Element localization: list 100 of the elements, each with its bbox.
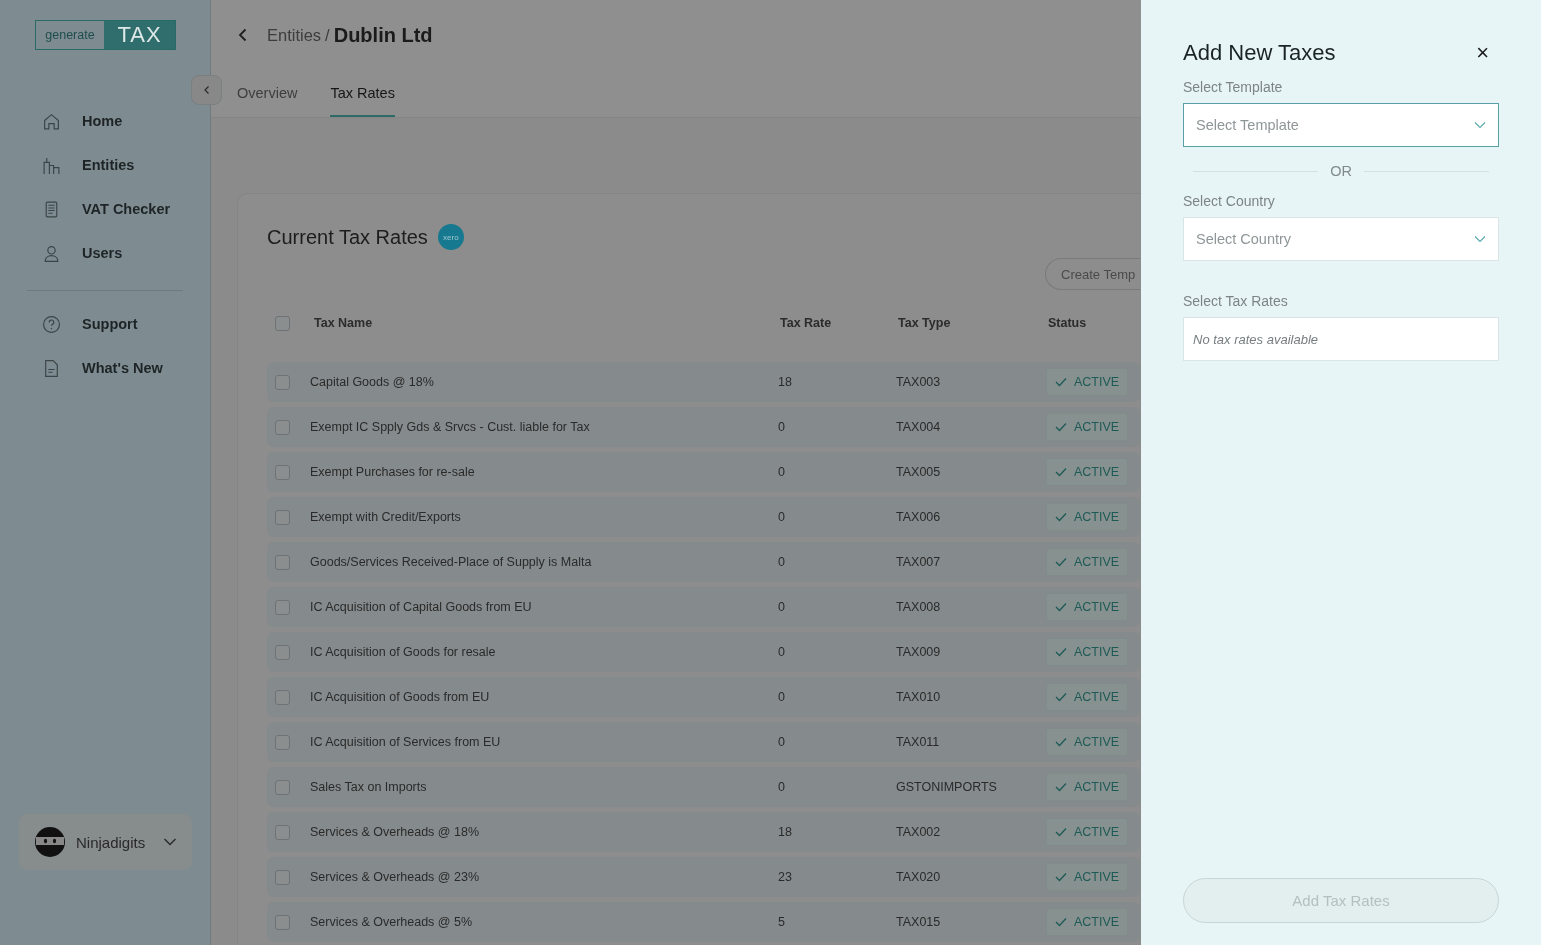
table-cell-text: Services & Overheads @ 5% [310, 915, 474, 929]
card-title: Current Tax Rates [267, 225, 428, 249]
row-checkbox[interactable] [275, 779, 290, 795]
table-cell-text: TAX011 [896, 735, 941, 749]
table-cell-text: Exempt with Credit/Exports [310, 510, 462, 524]
tax-rates-list: No tax rates available [1183, 317, 1499, 361]
row-checkbox[interactable] [275, 644, 290, 660]
breadcrumb-link[interactable]: Entities [267, 25, 322, 45]
table-cell-text: Goods/Services Received-Place of Supply is Malta [310, 555, 593, 569]
country-select[interactable]: Select Country [1183, 217, 1499, 261]
row-checkbox[interactable] [275, 869, 290, 885]
template-select[interactable]: Select Template [1183, 103, 1499, 147]
user-icon [42, 243, 61, 263]
nav-item[interactable]: VAT Checker [42, 194, 210, 224]
column-header: Tax Rate [780, 316, 833, 330]
close-button[interactable]: × [1476, 42, 1499, 64]
table-cell-text: 0 [778, 780, 786, 794]
status-badge: ACTIVE [1046, 863, 1129, 891]
table-cell-text: IC Acquisition of Capital Goods from EU [310, 600, 533, 614]
status-badge: ACTIVE [1046, 548, 1129, 576]
table-cell-text: Exempt Purchases for re-sale [310, 465, 476, 479]
chevron-down-icon [1474, 235, 1486, 243]
table-cell-text: 0 [778, 690, 786, 704]
status-badge: ACTIVE [1046, 908, 1129, 936]
drawer-title: Add New Taxes [1183, 40, 1336, 66]
page-title: Dublin Ltd [333, 23, 433, 47]
table-cell-text: 0 [778, 735, 786, 749]
nav-item[interactable]: Home [42, 106, 210, 136]
column-header: Tax Type [898, 316, 952, 330]
table-cell-text: 23 [778, 870, 793, 884]
table-cell-text: GSTONIMPORTS [896, 780, 998, 794]
table-cell-text: IC Acquisition of Services from EU [310, 735, 502, 749]
column-header: Status [1048, 316, 1087, 330]
table-cell-text: TAX004 [896, 420, 942, 434]
table-cell-text: 5 [778, 915, 786, 929]
row-checkbox[interactable] [275, 509, 290, 525]
row-checkbox[interactable] [275, 554, 290, 570]
table-cell-text: Sales Tax on Imports [310, 780, 428, 794]
table-cell-text: TAX003 [896, 375, 942, 389]
row-checkbox[interactable] [275, 824, 290, 840]
help-icon [42, 314, 61, 334]
table-cell-text: 0 [778, 465, 786, 479]
table-cell-text: TAX010 [896, 690, 942, 704]
collapse-button[interactable] [191, 75, 222, 105]
table-cell-text: IC Acquisition of Goods for resale [310, 645, 497, 659]
status-badge: ACTIVE [1046, 818, 1129, 846]
row-checkbox[interactable] [275, 464, 290, 480]
row-checkbox[interactable] [275, 914, 290, 930]
back-icon[interactable] [237, 28, 249, 42]
row-checkbox[interactable] [275, 734, 290, 750]
nav-item[interactable]: Users [42, 238, 210, 268]
nav-item[interactable]: Support [42, 309, 210, 339]
table-cell-text: Services & Overheads @ 18% [310, 825, 480, 839]
table-cell-text: TAX007 [896, 555, 942, 569]
table-cell-text: 0 [778, 555, 786, 569]
xero-badge: xero [437, 224, 464, 250]
row-checkbox[interactable] [275, 689, 290, 705]
file-icon [42, 358, 61, 378]
table-cell-text: 18 [778, 375, 793, 389]
nav-item[interactable]: Entities [42, 150, 210, 180]
table-cell-text: TAX009 [896, 645, 942, 659]
chevron-down-icon [1474, 121, 1486, 129]
or-divider-text: OR [1330, 163, 1352, 179]
table-cell-text: TAX020 [896, 870, 942, 884]
status-badge: ACTIVE [1046, 368, 1129, 396]
table-cell-text: TAX002 [896, 825, 942, 839]
column-header: Tax Name [314, 316, 374, 330]
home-icon [42, 111, 61, 131]
status-badge: ACTIVE [1046, 638, 1129, 666]
table-cell-text: 0 [778, 600, 786, 614]
select-all-checkbox[interactable] [275, 315, 290, 331]
field-label: Select Tax Rates [1183, 293, 1289, 309]
chevron-down-icon [163, 837, 177, 847]
table-cell-text: TAX006 [896, 510, 942, 524]
table-cell-text: 0 [778, 420, 786, 434]
user-menu[interactable]: Ninjadigits [19, 814, 192, 870]
status-badge: ACTIVE [1046, 773, 1129, 801]
logo: generate TAX [35, 20, 176, 50]
table-cell-text: IC Acquisition of Goods from EU [310, 690, 491, 704]
table-cell-text: Services & Overheads @ 23% [310, 870, 480, 884]
buildings-icon [42, 155, 61, 175]
field-label: Select Template [1183, 79, 1284, 95]
table-cell-text: Capital Goods @ 18% [310, 375, 435, 389]
status-badge: ACTIVE [1046, 593, 1129, 621]
nav-item[interactable]: What's New [42, 353, 210, 383]
row-checkbox[interactable] [275, 374, 290, 390]
avatar-icon [34, 826, 66, 858]
table-cell-text: 18 [778, 825, 793, 839]
status-badge: ACTIVE [1046, 503, 1129, 531]
status-badge: ACTIVE [1046, 728, 1129, 756]
field-label: Select Country [1183, 193, 1276, 209]
row-checkbox[interactable] [275, 599, 290, 615]
tab[interactable]: Tax Rates [330, 79, 395, 117]
table-cell-text: 0 [778, 510, 786, 524]
tab[interactable]: Overview [237, 79, 298, 117]
status-badge: ACTIVE [1046, 458, 1129, 486]
row-checkbox[interactable] [275, 419, 290, 435]
table-cell-text: TAX015 [896, 915, 942, 929]
status-badge: ACTIVE [1046, 413, 1129, 441]
table-cell-text: TAX005 [896, 465, 942, 479]
